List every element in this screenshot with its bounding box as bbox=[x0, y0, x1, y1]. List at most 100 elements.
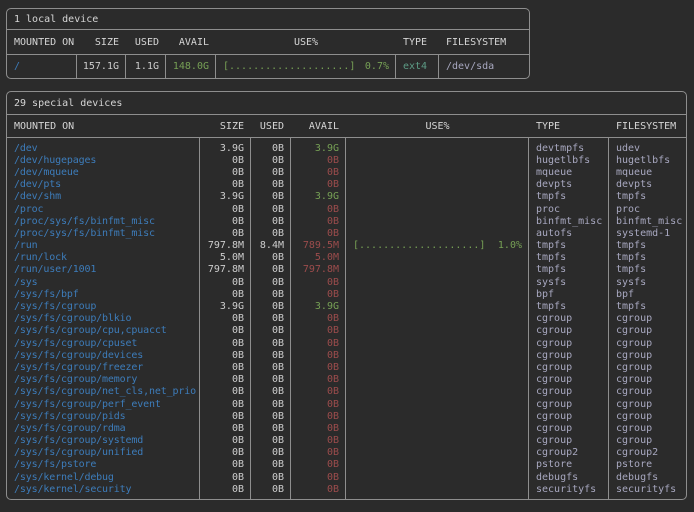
type-cell: tmpfs bbox=[529, 191, 609, 202]
column-header: TYPE bbox=[396, 30, 439, 54]
avail-cell: 0B bbox=[291, 216, 346, 227]
column-header: AVAIL bbox=[291, 115, 346, 137]
avail-cell: 0B bbox=[291, 228, 346, 239]
filesystem-cell: devpts bbox=[609, 179, 686, 190]
type-cell: tmpfs bbox=[529, 264, 609, 275]
usage-cell: [....................]0.7% bbox=[216, 61, 396, 72]
type-cell: ext4 bbox=[396, 61, 439, 72]
used-cell: 8.4M bbox=[251, 240, 291, 251]
used-cell: 0B bbox=[251, 362, 291, 373]
mounted-on-cell: /proc bbox=[7, 204, 200, 215]
avail-cell: 5.0M bbox=[291, 252, 346, 263]
column-header: SIZE bbox=[200, 115, 251, 137]
size-cell: 0B bbox=[200, 386, 251, 397]
filesystem-cell: systemd-1 bbox=[609, 228, 686, 239]
column-divider bbox=[199, 138, 200, 499]
type-cell: debugfs bbox=[529, 472, 609, 483]
type-cell: cgroup bbox=[529, 313, 609, 324]
type-cell: sysfs bbox=[529, 277, 609, 288]
device-row: /sys/fs/pstore0B0B0Bpstorepstore bbox=[7, 459, 686, 471]
size-cell: 0B bbox=[200, 435, 251, 446]
size-cell: 0B bbox=[200, 216, 251, 227]
mounted-on-cell: /sys/fs/cgroup/memory bbox=[7, 374, 200, 385]
type-cell: bpf bbox=[529, 289, 609, 300]
avail-cell: 0B bbox=[291, 179, 346, 190]
avail-cell: 0B bbox=[291, 204, 346, 215]
size-cell: 0B bbox=[200, 459, 251, 470]
device-row: /dev3.9G0B3.9Gdevtmpfsudev bbox=[7, 142, 686, 154]
used-cell: 0B bbox=[251, 411, 291, 422]
filesystem-cell: udev bbox=[609, 143, 686, 154]
used-cell: 0B bbox=[251, 399, 291, 410]
local-table-body: /157.1G1.1G148.0G[....................]0… bbox=[7, 55, 529, 78]
filesystem-cell: cgroup bbox=[609, 350, 686, 361]
used-cell: 0B bbox=[251, 289, 291, 300]
avail-cell: 0B bbox=[291, 472, 346, 483]
size-cell: 0B bbox=[200, 155, 251, 166]
device-row: /sys/fs/cgroup/perf_event0B0B0Bcgroupcgr… bbox=[7, 398, 686, 410]
type-cell: pstore bbox=[529, 459, 609, 470]
mounted-on-cell: /dev/mqueue bbox=[7, 167, 200, 178]
column-divider bbox=[345, 138, 346, 499]
device-row: /sys/fs/cgroup/blkio0B0B0Bcgroupcgroup bbox=[7, 313, 686, 325]
type-cell: cgroup bbox=[529, 423, 609, 434]
column-divider bbox=[290, 138, 291, 499]
column-divider bbox=[528, 138, 529, 499]
avail-cell: 3.9G bbox=[291, 301, 346, 312]
avail-cell: 0B bbox=[291, 459, 346, 470]
used-cell: 0B bbox=[251, 277, 291, 288]
type-cell: autofs bbox=[529, 228, 609, 239]
size-cell: 0B bbox=[200, 423, 251, 434]
size-cell: 0B bbox=[200, 228, 251, 239]
size-cell: 3.9G bbox=[200, 191, 251, 202]
avail-cell: 0B bbox=[291, 386, 346, 397]
filesystem-cell: /dev/sda bbox=[439, 61, 529, 72]
filesystem-cell: cgroup bbox=[609, 435, 686, 446]
used-cell: 0B bbox=[251, 179, 291, 190]
column-header: USE% bbox=[216, 30, 396, 54]
column-divider bbox=[125, 55, 126, 78]
used-cell: 0B bbox=[251, 143, 291, 154]
device-row: /run/lock5.0M0B5.0Mtmpfstmpfs bbox=[7, 252, 686, 264]
size-cell: 797.8M bbox=[200, 264, 251, 275]
device-row: /sys/fs/cgroup/cpuset0B0B0Bcgroupcgroup bbox=[7, 337, 686, 349]
type-cell: cgroup2 bbox=[529, 447, 609, 458]
avail-cell: 148.0G bbox=[166, 61, 216, 72]
device-row: /sys/fs/cgroup/devices0B0B0Bcgroupcgroup bbox=[7, 349, 686, 361]
type-cell: proc bbox=[529, 204, 609, 215]
used-cell: 0B bbox=[251, 386, 291, 397]
mounted-on-cell: /sys/fs/cgroup/freezer bbox=[7, 362, 200, 373]
device-row: /sys/fs/cgroup/net_cls,net_prio0B0B0Bcgr… bbox=[7, 386, 686, 398]
device-row: /sys/fs/cgroup/rdma0B0B0Bcgroupcgroup bbox=[7, 422, 686, 434]
mounted-on-cell: /dev bbox=[7, 143, 200, 154]
mounted-on-cell: /sys/fs/bpf bbox=[7, 289, 200, 300]
local-table-title: 1 local device bbox=[7, 9, 529, 30]
used-cell: 1.1G bbox=[126, 61, 166, 72]
mounted-on-cell: /proc/sys/fs/binfmt_misc bbox=[7, 216, 200, 227]
column-divider bbox=[395, 55, 396, 78]
size-cell: 157.1G bbox=[77, 61, 126, 72]
mounted-on-cell: /sys/fs/cgroup/blkio bbox=[7, 313, 200, 324]
type-cell: cgroup bbox=[529, 399, 609, 410]
size-cell: 0B bbox=[200, 411, 251, 422]
type-cell: cgroup bbox=[529, 411, 609, 422]
device-row: /dev/pts0B0B0Bdevptsdevpts bbox=[7, 179, 686, 191]
device-row: /sys0B0B0Bsysfssysfs bbox=[7, 276, 686, 288]
avail-cell: 0B bbox=[291, 447, 346, 458]
avail-cell: 797.8M bbox=[291, 264, 346, 275]
avail-cell: 0B bbox=[291, 325, 346, 336]
avail-cell: 0B bbox=[291, 374, 346, 385]
avail-cell: 0B bbox=[291, 277, 346, 288]
special-table-title: 29 special devices bbox=[7, 92, 686, 115]
filesystem-cell: cgroup bbox=[609, 399, 686, 410]
avail-cell: 0B bbox=[291, 362, 346, 373]
size-cell: 0B bbox=[200, 447, 251, 458]
column-divider bbox=[76, 55, 77, 78]
size-cell: 0B bbox=[200, 484, 251, 495]
type-cell: tmpfs bbox=[529, 301, 609, 312]
device-row: /sys/fs/cgroup/pids0B0B0Bcgroupcgroup bbox=[7, 410, 686, 422]
filesystem-cell: mqueue bbox=[609, 167, 686, 178]
type-cell: hugetlbfs bbox=[529, 155, 609, 166]
used-cell: 0B bbox=[251, 301, 291, 312]
mounted-on-cell: /proc/sys/fs/binfmt_misc bbox=[7, 228, 200, 239]
